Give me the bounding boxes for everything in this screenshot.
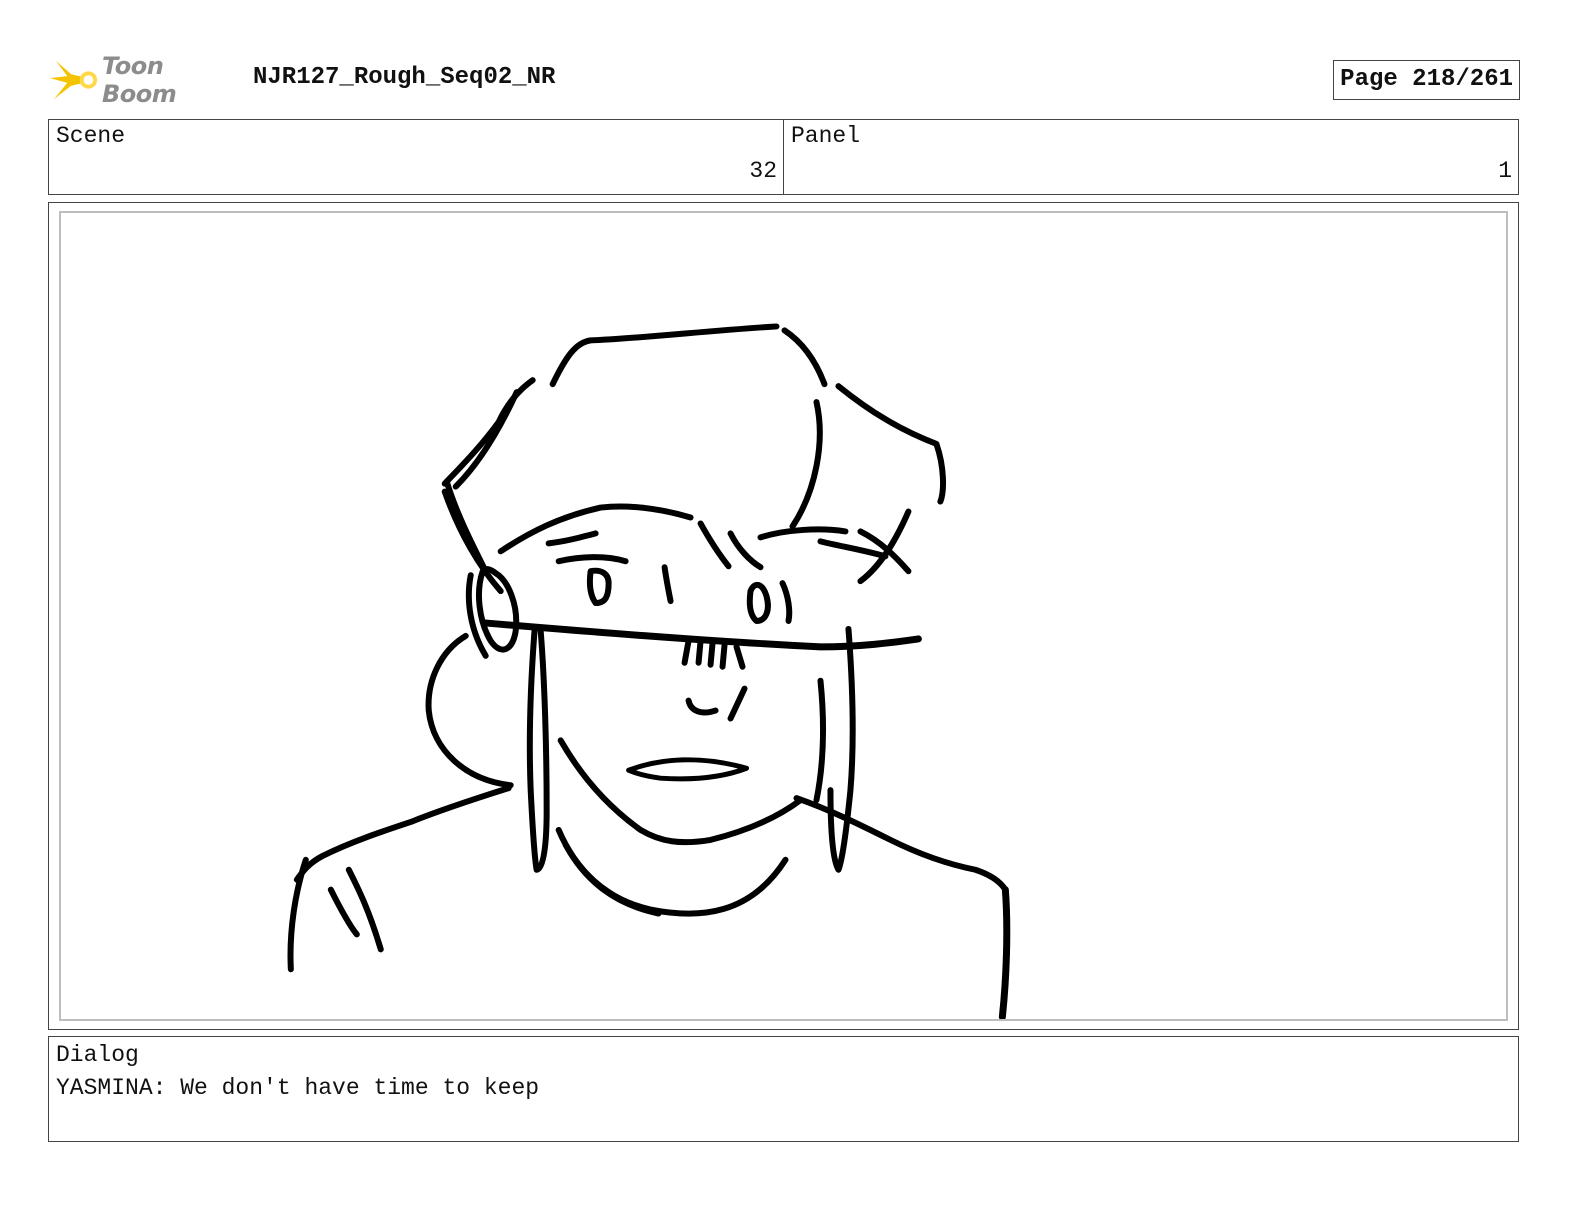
scene-panel-row: Scene 32 Panel 1 (48, 119, 1519, 195)
page-header: Toon Boom NJR127_Rough_Seq02_NR Page 218… (50, 52, 1520, 108)
panel-cell: Panel 1 (783, 120, 1518, 194)
panel-image-area (59, 211, 1508, 1021)
logo-text: Toon Boom (102, 52, 177, 108)
panel-label: Panel (791, 123, 861, 149)
dialog-text: YASMINA: We don't have time to keep (56, 1075, 540, 1101)
dialog-box: Dialog YASMINA: We don't have time to ke… (48, 1036, 1519, 1142)
page-number: Page 218/261 (1333, 60, 1520, 100)
toon-boom-logo: Toon Boom (50, 52, 240, 108)
starburst-icon (50, 60, 98, 100)
scene-value: 32 (749, 158, 777, 184)
scene-label: Scene (56, 123, 126, 149)
panel-value: 1 (1498, 158, 1512, 184)
scene-cell: Scene 32 (49, 120, 783, 194)
project-title: NJR127_Rough_Seq02_NR (253, 64, 556, 91)
storyboard-panel (48, 202, 1519, 1030)
dialog-label: Dialog (56, 1042, 139, 1068)
character-sketch (287, 323, 1011, 1019)
